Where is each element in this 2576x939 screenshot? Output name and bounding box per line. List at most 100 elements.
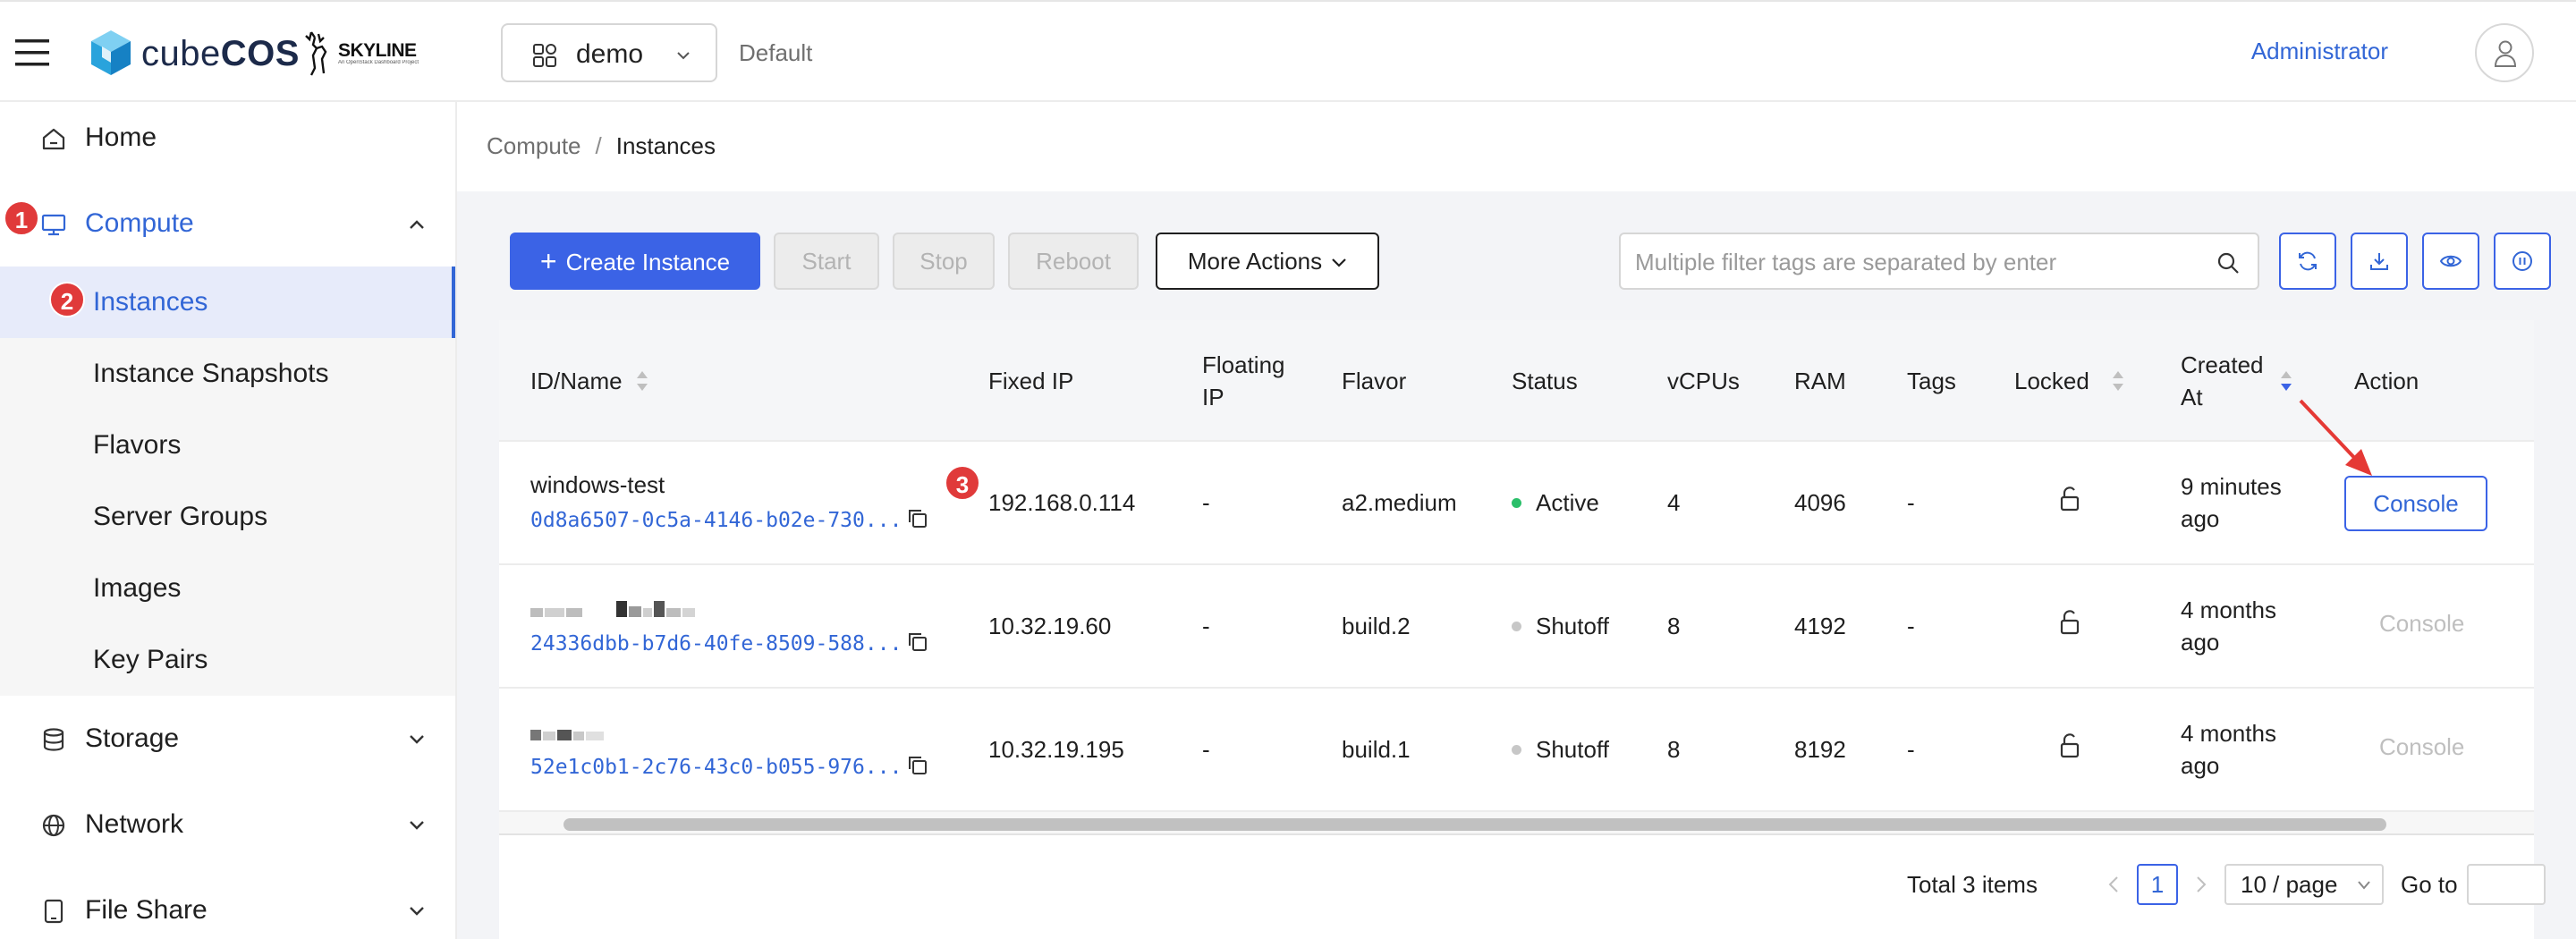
skyline-logo-text: SKYLINE: [338, 40, 417, 61]
status: Shutoff: [1512, 733, 1609, 766]
tags: -: [1907, 613, 1915, 639]
redacted-name: [530, 601, 695, 617]
column-visibility-button[interactable]: [2422, 233, 2479, 290]
col-locked[interactable]: Locked: [2014, 365, 2089, 397]
prev-page-icon[interactable]: [2107, 875, 2120, 894]
stop-button[interactable]: Stop: [893, 233, 995, 290]
flavor: build.1: [1342, 736, 1411, 763]
sidebar-item-label: Network: [85, 809, 184, 839]
sidebar-item-instance-snapshots[interactable]: Instance Snapshots: [0, 338, 455, 410]
col-flavor: Flavor: [1342, 368, 1407, 394]
vcpus: 8: [1667, 613, 1681, 639]
user-name-link[interactable]: Administrator: [2251, 38, 2388, 65]
menu-icon[interactable]: [15, 38, 49, 68]
status: Active: [1512, 486, 1599, 519]
sidebar-item-network[interactable]: Network: [0, 789, 455, 860]
sort-icon[interactable]: [635, 369, 649, 393]
search-input[interactable]: [1635, 245, 2207, 279]
sidebar-item-flavors[interactable]: Flavors: [0, 410, 455, 481]
pagination: Total 3 items 1 10 / page Go to: [499, 835, 2546, 939]
project-name: demo: [576, 39, 644, 69]
reboot-button[interactable]: Reboot: [1008, 233, 1139, 290]
more-actions-button[interactable]: More Actions: [1156, 233, 1379, 290]
main-content: Compute / Instances + Create Instance Start…: [457, 102, 2576, 939]
col-id-name[interactable]: ID/Name: [530, 365, 623, 397]
globe-icon: [42, 814, 65, 837]
sidebar-item-compute[interactable]: Compute: [0, 188, 455, 259]
avatar[interactable]: [2475, 23, 2534, 82]
sidebar-item-label: Compute: [85, 208, 194, 238]
start-button[interactable]: Start: [774, 233, 879, 290]
instance-id-link[interactable]: 52e1c0b1-2c76-43c0-b055-976...: [530, 751, 902, 783]
col-created-line1[interactable]: Created: [2181, 349, 2264, 381]
col-vcpus: vCPUs: [1667, 368, 1740, 394]
filter-search[interactable]: [1619, 233, 2259, 290]
vcpus: 4: [1667, 489, 1681, 516]
copy-icon[interactable]: [907, 508, 928, 529]
ram: 4192: [1794, 613, 1846, 639]
next-page-icon[interactable]: [2195, 875, 2207, 894]
domain-label: Default: [739, 39, 813, 66]
home-icon: [42, 128, 65, 150]
sidebar-item-key-pairs[interactable]: Key Pairs: [0, 624, 455, 696]
breadcrumb-compute-link[interactable]: Compute: [487, 132, 581, 159]
status-dot: [1512, 622, 1521, 631]
skyline-deer-icon: [301, 29, 336, 77]
col-floating-ip-line2: IP: [1202, 384, 1224, 410]
sidebar-item-storage[interactable]: Storage: [0, 703, 455, 774]
copy-icon[interactable]: [907, 755, 928, 776]
instances-table: ID/Name Fixed IP Floating IP Flavor Stat…: [499, 320, 2546, 939]
sort-icon[interactable]: [2111, 369, 2125, 393]
console-button[interactable]: Console: [2344, 476, 2487, 531]
goto-page-input[interactable]: [2467, 864, 2546, 905]
sidebar-item-label: Storage: [85, 723, 180, 753]
col-floating-ip-line1: Floating: [1202, 351, 1285, 378]
sidebar-item-file-share[interactable]: File Share: [0, 875, 455, 939]
eye-icon: [2440, 255, 2462, 267]
sidebar-item-server-groups[interactable]: Server Groups: [0, 481, 455, 553]
ram: 8192: [1794, 736, 1846, 763]
sidebar-item-label: Key Pairs: [93, 645, 208, 674]
sidebar-item-home[interactable]: Home: [0, 102, 455, 173]
pause-icon: [2512, 251, 2532, 271]
chevron-down-icon: [1332, 258, 1346, 267]
scrollbar-thumb[interactable]: [564, 818, 2386, 831]
instance-name: windows-test: [530, 471, 665, 498]
download-button[interactable]: [2351, 233, 2408, 290]
refresh-button[interactable]: [2279, 233, 2336, 290]
col-action: Action: [2354, 368, 2419, 394]
console-button-disabled[interactable]: Console: [2379, 610, 2464, 638]
table-row: 52e1c0b1-2c76-43c0-b055-976... 10.32.19.…: [499, 689, 2534, 812]
unlock-icon: [2060, 610, 2080, 635]
sidebar-item-label: Images: [93, 573, 182, 603]
ram: 4096: [1794, 489, 1846, 516]
created-at-line2: ago: [2181, 752, 2220, 779]
horizontal-scrollbar[interactable]: [499, 812, 2534, 835]
search-icon[interactable]: [2216, 251, 2240, 275]
copy-icon[interactable]: [907, 631, 928, 653]
pause-refresh-button[interactable]: [2494, 233, 2551, 290]
vcpus: 8: [1667, 736, 1681, 763]
chevron-down-icon: [410, 821, 424, 830]
top-header: cubeCOS SKYLINE An OpenStack Dashboard P…: [0, 0, 2576, 102]
sort-desc-icon[interactable]: [2279, 369, 2293, 393]
col-created-line2[interactable]: At: [2181, 381, 2203, 413]
download-icon: [2370, 253, 2388, 270]
page-size-select[interactable]: 10 / page: [2224, 864, 2384, 905]
total-items: Total 3 items: [1907, 871, 2038, 898]
console-button-disabled[interactable]: Console: [2379, 733, 2464, 761]
created-at-line1: 9 minutes: [2181, 473, 2282, 500]
sidebar-item-label: Flavors: [93, 430, 182, 460]
instance-id-link[interactable]: 24336dbb-b7d6-40fe-8509-588...: [530, 628, 902, 660]
cubecos-logo-text: cubeCOS: [141, 34, 300, 73]
create-instance-button[interactable]: + Create Instance: [510, 233, 760, 290]
chevron-down-icon: [410, 907, 424, 916]
sidebar-item-label: Instances: [93, 287, 208, 317]
instance-id-link[interactable]: 0d8a6507-0c5a-4146-b02e-730...: [530, 504, 902, 537]
page-1-button[interactable]: 1: [2137, 864, 2178, 905]
redacted-name: [530, 730, 604, 740]
desktop-icon: [41, 214, 66, 236]
created-at-line1: 4 months: [2181, 596, 2276, 623]
sidebar-item-images[interactable]: Images: [0, 553, 455, 624]
project-select[interactable]: demo: [501, 23, 717, 82]
